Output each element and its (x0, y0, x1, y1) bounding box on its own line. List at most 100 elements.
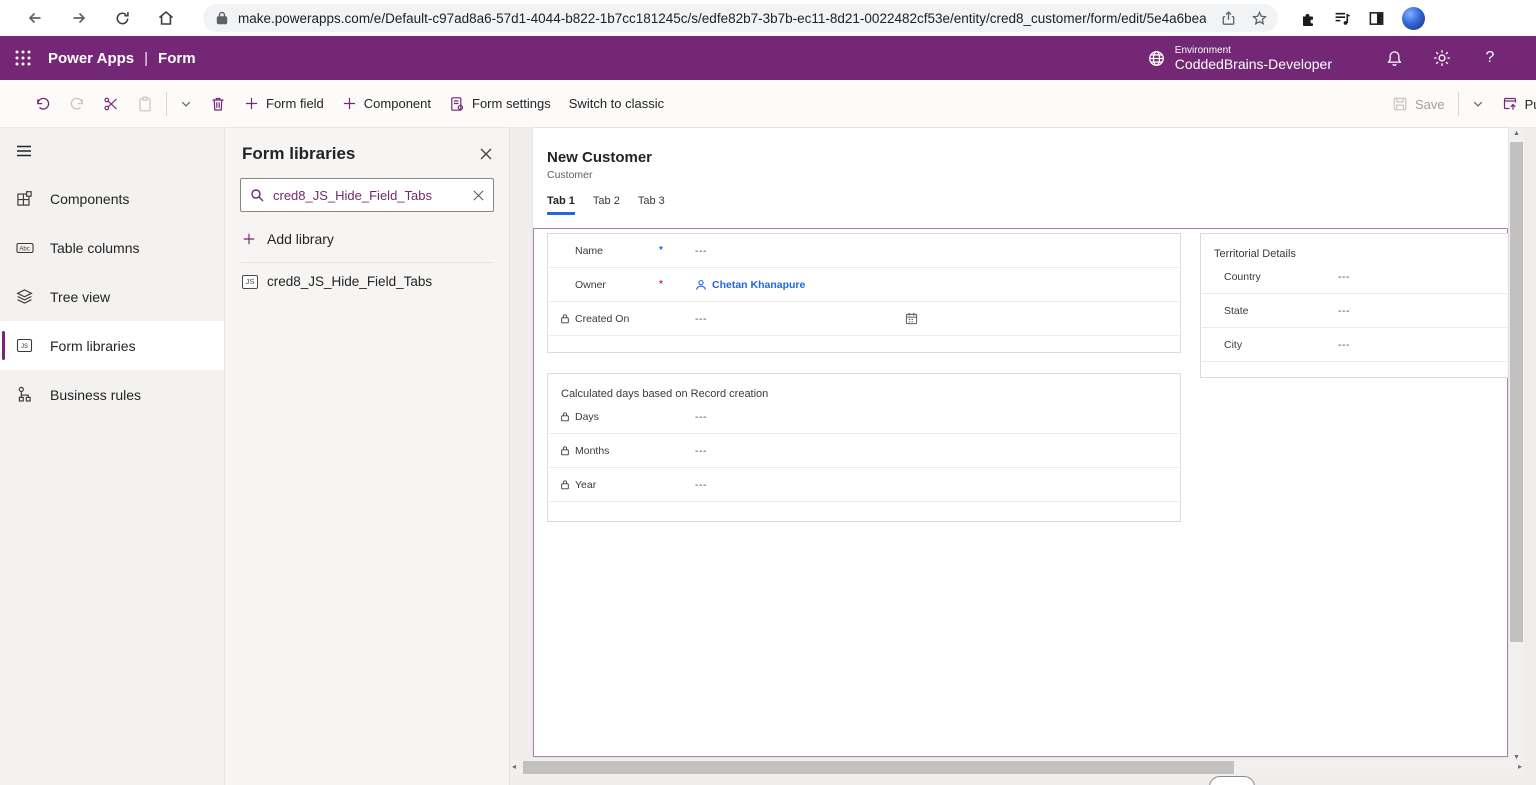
power-apps-form-editor: make.powerapps.com/e/Default-c97ad8a6-57… (0, 0, 1536, 785)
sidebar-item-label: Tree view (50, 289, 110, 305)
sidebar-item-tree-view[interactable]: Tree view (0, 272, 224, 321)
js-file-icon: JS (16, 338, 33, 353)
tab-2[interactable]: Tab 2 (593, 195, 620, 215)
field-value: --- (695, 411, 707, 423)
form-field-button[interactable]: Form field (235, 87, 333, 121)
browser-back-icon[interactable] (26, 9, 44, 27)
components-icon (16, 190, 33, 207)
field-row-months[interactable]: Months --- (549, 434, 1179, 468)
field-row-country[interactable]: Country --- (1202, 260, 1507, 294)
media-list-icon[interactable] (1334, 10, 1351, 27)
section-general[interactable]: Name * --- Owner * Chetan Khanapure (547, 233, 1181, 353)
clear-search-icon[interactable] (472, 189, 485, 202)
scroll-up-arrow[interactable]: ▲ (1509, 130, 1524, 137)
help-icon[interactable]: ? (1466, 49, 1514, 67)
library-search-box (240, 178, 494, 212)
field-row-state[interactable]: State --- (1202, 294, 1507, 328)
add-library-button[interactable]: Add library (242, 231, 509, 247)
canvas-zoom-pill[interactable] (1209, 776, 1255, 785)
main-area: Components Abc Table columns Tree view J… (0, 128, 1536, 785)
component-button[interactable]: Component (333, 87, 440, 121)
url-text: make.powerapps.com/e/Default-c97ad8a6-57… (238, 11, 1206, 26)
field-label: Created On (575, 313, 659, 325)
table-columns-icon: Abc (16, 241, 33, 255)
address-bar[interactable]: make.powerapps.com/e/Default-c97ad8a6-57… (203, 4, 1278, 32)
sidebar-item-business-rules[interactable]: Business rules (0, 370, 224, 419)
section-calculated-days[interactable]: Calculated days based on Record creation… (547, 373, 1181, 522)
sidebar-toggle-icon[interactable] (1368, 10, 1385, 27)
scroll-right-arrow[interactable]: ▸ (1518, 762, 1522, 771)
panel-divider (241, 262, 493, 263)
field-value: --- (695, 313, 707, 325)
field-label: Owner (575, 279, 659, 291)
nav-hamburger-icon[interactable] (0, 128, 224, 174)
redo-button[interactable] (60, 87, 94, 121)
form-settings-button[interactable]: Form settings (440, 87, 560, 121)
extensions-puzzle-icon[interactable] (1300, 10, 1317, 27)
switch-to-classic-button[interactable]: Switch to classic (560, 87, 673, 121)
field-row-city[interactable]: City --- (1202, 328, 1507, 362)
lock-icon (560, 313, 575, 324)
field-row-name[interactable]: Name * --- (549, 234, 1179, 268)
sidebar-item-label: Form libraries (50, 338, 136, 354)
vertical-scrollbar[interactable]: ▲ ▼ (1509, 128, 1524, 763)
horizontal-scroll-thumb[interactable] (523, 761, 1234, 774)
browser-chrome: make.powerapps.com/e/Default-c97ad8a6-57… (0, 0, 1536, 36)
sidebar-item-components[interactable]: Components (0, 174, 224, 223)
app-title: Power Apps | Form (48, 50, 196, 67)
form-entity-subtitle: Customer (547, 169, 1508, 181)
sidebar-item-table-columns[interactable]: Abc Table columns (0, 223, 224, 272)
field-label: State (1224, 305, 1338, 317)
form-canvas: New Customer Customer Tab 1 Tab 2 Tab 3 … (533, 128, 1508, 757)
notifications-bell-icon[interactable] (1370, 50, 1418, 67)
calendar-icon (905, 312, 918, 325)
recommended-asterisk: * (659, 245, 695, 256)
section-title: Territorial Details (1201, 234, 1508, 260)
tab-1[interactable]: Tab 1 (547, 195, 575, 215)
browser-forward-icon[interactable] (70, 9, 88, 27)
save-button[interactable]: Save (1383, 87, 1454, 121)
field-row-created-on[interactable]: Created On --- (549, 302, 1179, 336)
tab-body-selected[interactable]: Name * --- Owner * Chetan Khanapure (533, 228, 1508, 757)
browser-home-icon[interactable] (157, 9, 175, 27)
toolbar-divider (166, 92, 167, 116)
share-icon[interactable] (1220, 10, 1237, 27)
page-name: Form (158, 50, 196, 67)
browser-profile-avatar[interactable] (1402, 7, 1425, 30)
left-nav: Components Abc Table columns Tree view J… (0, 128, 225, 785)
library-search-input[interactable] (273, 188, 472, 203)
publish-button[interactable]: Publish (1493, 87, 1536, 121)
required-asterisk: * (659, 279, 695, 290)
save-chevron-button[interactable] (1463, 87, 1493, 121)
form-tabs: Tab 1 Tab 2 Tab 3 (547, 195, 1508, 215)
field-value: --- (695, 245, 707, 257)
paste-button[interactable] (128, 87, 162, 121)
delete-button[interactable] (201, 87, 235, 121)
settings-gear-icon[interactable] (1418, 49, 1466, 67)
vertical-scroll-thumb[interactable] (1510, 142, 1523, 642)
browser-refresh-icon[interactable] (114, 10, 131, 27)
environment-picker[interactable]: Environment CoddedBrains-Developer (1147, 45, 1332, 72)
section-territorial-details[interactable]: Territorial Details Country --- State --… (1200, 233, 1509, 378)
field-label: Days (575, 411, 659, 423)
sidebar-item-form-libraries[interactable]: JS Form libraries (0, 321, 224, 370)
sidebar-item-label: Business rules (50, 387, 141, 403)
scroll-left-arrow[interactable]: ◂ (512, 762, 516, 771)
product-name[interactable]: Power Apps (48, 50, 134, 67)
field-row-year[interactable]: Year --- (549, 468, 1179, 502)
clipboard-chevron-button[interactable] (171, 87, 201, 121)
library-item-label: cred8_JS_Hide_Field_Tabs (267, 274, 432, 289)
tab-3[interactable]: Tab 3 (638, 195, 665, 215)
ssl-lock-icon (216, 11, 228, 25)
cut-button[interactable] (94, 87, 128, 121)
field-row-days[interactable]: Days --- (549, 400, 1179, 434)
field-row-owner[interactable]: Owner * Chetan Khanapure (549, 268, 1179, 302)
waffle-menu-icon[interactable] (0, 36, 46, 80)
library-list-item[interactable]: JS cred8_JS_Hide_Field_Tabs (242, 274, 509, 289)
undo-button[interactable] (26, 87, 60, 121)
close-icon[interactable] (479, 147, 493, 161)
bookmark-star-icon[interactable] (1251, 10, 1268, 27)
field-value: --- (1338, 271, 1350, 283)
svg-text:JS: JS (21, 344, 28, 350)
horizontal-scrollbar[interactable]: ◂ ▸ (510, 760, 1524, 775)
